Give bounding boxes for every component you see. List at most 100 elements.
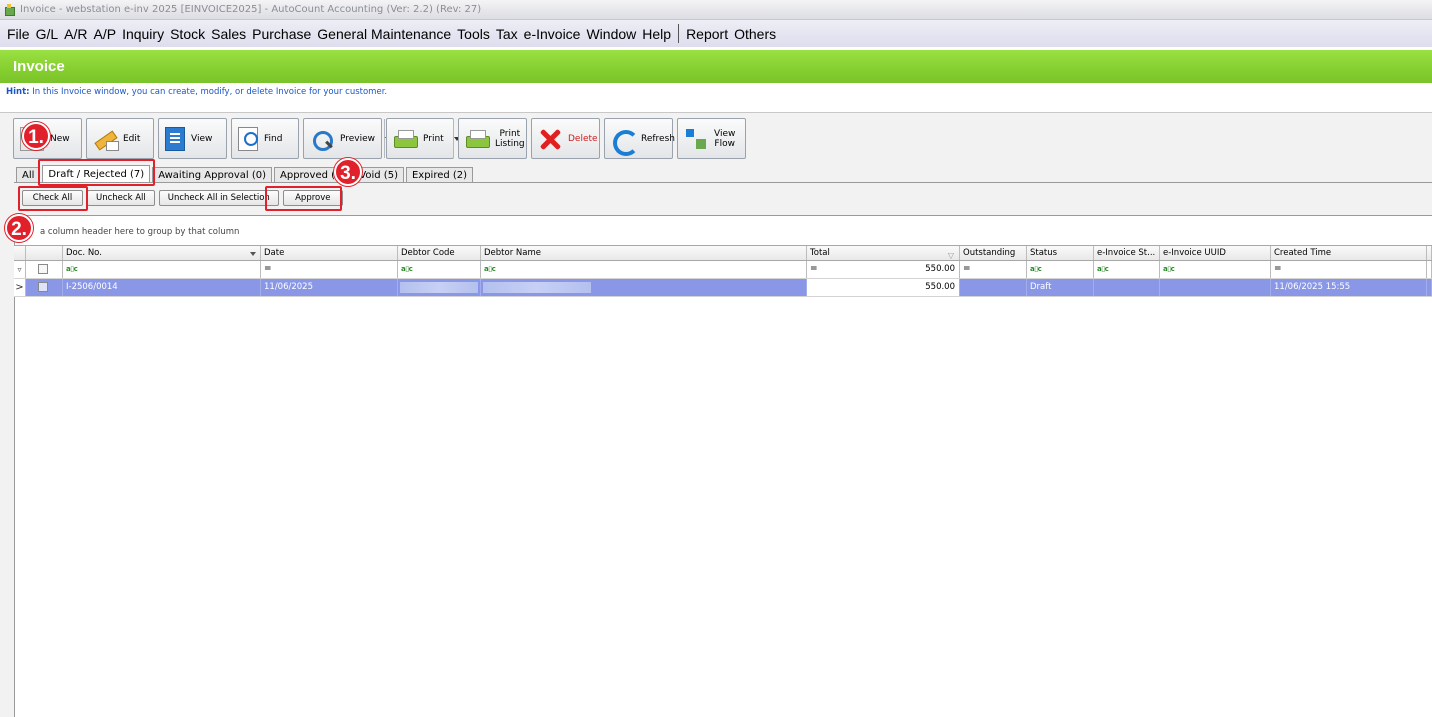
table-row[interactable]: > I-2506/0014 11/06/2025 550.00 Draft 11…: [14, 279, 1432, 297]
cell-total[interactable]: 550.00: [807, 279, 960, 296]
contains-operator-icon: a▯c: [401, 265, 413, 273]
filter-debtor-name[interactable]: a▯c: [481, 261, 807, 278]
auto-filter-row: ▿ a▯c = a▯c a▯c = 550.00 = a▯c a▯c a▯c =: [14, 261, 1432, 279]
find-button[interactable]: Find: [231, 118, 299, 159]
cell-einvoice-status[interactable]: [1094, 279, 1160, 296]
menu-file[interactable]: File: [4, 26, 33, 42]
column-header-einvoice-uuid[interactable]: e-Invoice UUID: [1160, 246, 1271, 260]
menu-general-maintenance[interactable]: General Maintenance: [314, 26, 454, 42]
printer-icon: [393, 127, 418, 151]
equals-operator-icon: =: [264, 264, 272, 274]
edit-button[interactable]: Edit: [86, 118, 154, 159]
menu-stock[interactable]: Stock: [167, 26, 208, 42]
filter-checkbox[interactable]: [38, 264, 48, 274]
column-header-einvoice-status[interactable]: e-Invoice St...: [1094, 246, 1160, 260]
row-select-cell[interactable]: [26, 279, 63, 296]
print-listing-label: Print Listing: [495, 128, 525, 149]
menu-sales[interactable]: Sales: [208, 26, 249, 42]
filter-einvoice-status[interactable]: a▯c: [1094, 261, 1160, 278]
print-listing-icon: [465, 127, 490, 151]
refresh-button-label: Refresh: [641, 133, 675, 144]
cell-doc-no[interactable]: I-2506/0014: [63, 279, 261, 296]
flow-chart-icon: [684, 127, 708, 151]
column-header-outstanding[interactable]: Outstanding: [960, 246, 1027, 260]
document-view-icon: [165, 126, 185, 151]
redacted-debtor-code: [400, 282, 478, 293]
menu-report[interactable]: Report: [683, 26, 731, 42]
filter-overflow: [1427, 261, 1432, 278]
tab-expired[interactable]: Expired (2): [405, 167, 474, 183]
row-indicator-header: [14, 246, 26, 260]
print-listing-button[interactable]: Print Listing: [458, 118, 527, 159]
filter-doc-no[interactable]: a▯c: [63, 261, 261, 278]
tab-all[interactable]: All: [16, 167, 41, 183]
menu-e-invoice[interactable]: e-Invoice: [521, 26, 584, 42]
cell-debtor-name[interactable]: [481, 279, 807, 296]
edit-button-label: Edit: [123, 133, 141, 144]
hint-label: Hint:: [6, 87, 30, 97]
filter-status[interactable]: a▯c: [1027, 261, 1094, 278]
contains-operator-icon: a▯c: [66, 265, 78, 273]
preview-button[interactable]: Preview: [303, 118, 386, 159]
menu-ap[interactable]: A/P: [90, 26, 119, 42]
filter-debtor-code[interactable]: a▯c: [398, 261, 481, 278]
column-header-total[interactable]: Total ▽: [807, 246, 960, 260]
cell-status[interactable]: Draft: [1027, 279, 1094, 296]
cell-einvoice-uuid[interactable]: [1160, 279, 1271, 296]
app-icon: [4, 4, 15, 16]
view-button[interactable]: View: [158, 118, 227, 159]
menu-purchase[interactable]: Purchase: [249, 26, 314, 42]
cell-created-time[interactable]: 11/06/2025 15:55: [1271, 279, 1427, 296]
view-button-label: View: [191, 133, 213, 144]
filter-outstanding[interactable]: =: [960, 261, 1027, 278]
menu-ar[interactable]: A/R: [61, 26, 90, 42]
menu-window[interactable]: Window: [583, 26, 639, 42]
filter-date[interactable]: =: [261, 261, 398, 278]
delete-button-label: Delete: [568, 133, 598, 144]
cell-outstanding[interactable]: [960, 279, 1027, 296]
row-checkbox[interactable]: [38, 282, 48, 292]
grid-header-row: Doc. No. Date Debtor Code Debtor Name To…: [14, 245, 1432, 261]
print-button-label: Print: [423, 133, 444, 144]
hint-text: Hint: In this Invoice window, you can cr…: [0, 84, 1432, 100]
menu-help[interactable]: Help: [639, 26, 674, 42]
contains-operator-icon: a▯c: [1030, 265, 1042, 273]
menu-tools[interactable]: Tools: [454, 26, 493, 42]
column-header-doc-no[interactable]: Doc. No.: [63, 246, 261, 260]
filter-total[interactable]: = 550.00: [807, 261, 960, 278]
menu-gl[interactable]: G/L: [33, 26, 62, 42]
filter-row-icon: ▿: [14, 261, 26, 278]
menu-separator: [678, 24, 680, 43]
view-flow-button[interactable]: View Flow: [677, 118, 746, 159]
menu-others[interactable]: Others: [731, 26, 779, 42]
filter-created-time[interactable]: =: [1271, 261, 1427, 278]
highlight-approve: [265, 186, 342, 211]
delete-button[interactable]: Delete: [531, 118, 600, 159]
uncheck-all-in-selection-button[interactable]: Uncheck All in Selection: [158, 190, 279, 206]
find-button-label: Find: [264, 133, 283, 144]
row-indicator-arrow-icon: >: [14, 279, 26, 296]
step-1-badge: 1.: [22, 122, 50, 150]
window-title: Invoice - webstation e-inv 2025 [EINVOIC…: [20, 4, 482, 15]
cell-date[interactable]: 11/06/2025: [261, 279, 398, 296]
column-header-date[interactable]: Date: [261, 246, 398, 260]
column-header-overflow: [1427, 246, 1432, 260]
group-by-panel[interactable]: a column header here to group by that co…: [14, 222, 1432, 242]
refresh-button[interactable]: Refresh: [604, 118, 675, 159]
print-button[interactable]: Print: [386, 118, 454, 159]
view-flow-label: View Flow: [714, 128, 736, 149]
tab-awaiting-approval[interactable]: Awaiting Approval (0): [152, 167, 272, 183]
column-header-debtor-name[interactable]: Debtor Name: [481, 246, 807, 260]
menu-tax[interactable]: Tax: [493, 26, 521, 42]
menu-bar: File G/L A/R A/P Inquiry Stock Sales Pur…: [0, 20, 1432, 47]
column-header-created-time[interactable]: Created Time: [1271, 246, 1427, 260]
column-header-status[interactable]: Status: [1027, 246, 1094, 260]
filter-funnel-icon[interactable]: ▽: [948, 248, 954, 260]
filter-select-cell[interactable]: [26, 261, 63, 278]
cell-debtor-code[interactable]: [398, 279, 481, 296]
menu-inquiry[interactable]: Inquiry: [119, 26, 167, 42]
filter-einvoice-uuid[interactable]: a▯c: [1160, 261, 1271, 278]
column-header-debtor-code[interactable]: Debtor Code: [398, 246, 481, 260]
uncheck-all-button[interactable]: Uncheck All: [87, 190, 155, 206]
refresh-icon: [611, 127, 639, 156]
